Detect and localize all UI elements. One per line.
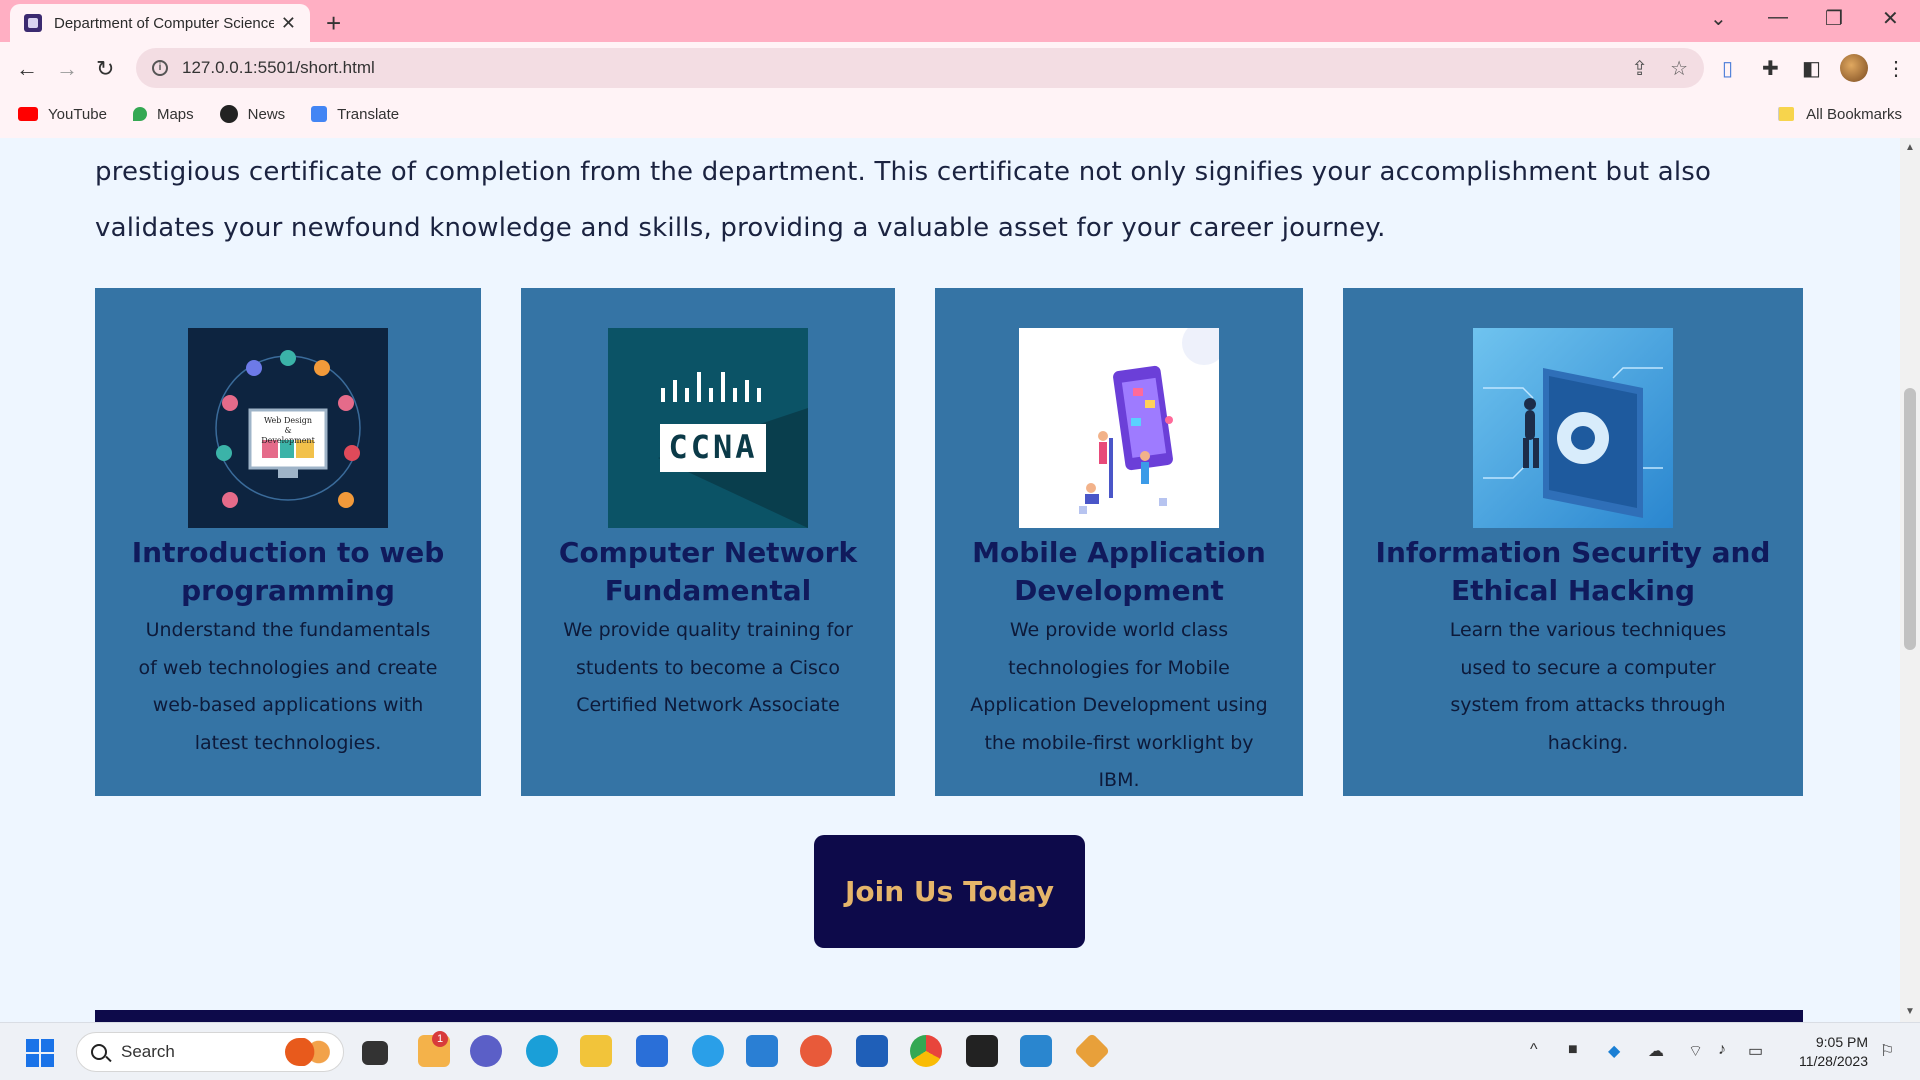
ccna-image: CCNA <box>608 328 808 528</box>
join-us-button[interactable]: Join Us Today <box>814 835 1085 948</box>
bookmark-news[interactable]: News <box>219 105 286 123</box>
tab-title: Department of Computer Science <box>54 14 274 32</box>
close-tab-icon[interactable]: ✕ <box>281 13 296 34</box>
clock-time: 9:05 PM <box>1815 1034 1868 1050</box>
page-content: prestigious certificate of completion fr… <box>0 138 1900 1022</box>
vscode-icon[interactable] <box>746 1035 778 1067</box>
course-card-ccna: CCNA Computer Network Fundamental We pro… <box>521 288 895 796</box>
back-icon[interactable]: ← <box>16 56 38 82</box>
course-description: Understand the fundamentals of web techn… <box>138 619 438 754</box>
browser-toolbar: ← → ↻ i 127.0.0.1:5501/short.html ⇪ ☆ ▯ … <box>0 42 1920 138</box>
reload-icon[interactable]: ↻ <box>96 56 114 82</box>
tab-strip: Department of Computer Science ✕ + ⌄ — ❐… <box>0 0 1920 42</box>
scroll-thumb[interactable] <box>1904 388 1916 650</box>
profile-avatar[interactable] <box>1840 54 1868 82</box>
search-highlight-icon <box>285 1038 333 1066</box>
bookmark-maps[interactable]: Maps <box>132 105 194 123</box>
page-scrollbar[interactable]: ▲ ▼ <box>1900 138 1920 1022</box>
volume-icon[interactable]: ♪ <box>1718 1041 1726 1059</box>
course-description: We provide quality training for students… <box>563 619 853 716</box>
youtube-icon <box>18 107 38 121</box>
app-icon[interactable] <box>800 1035 832 1067</box>
browser-tab[interactable]: Department of Computer Science ✕ <box>10 4 310 42</box>
windows-taskbar: Search 1 ^ ■ ◆ ☁ ⌔ ♪ ▭ 9:05 PM 11/28/202… <box>0 1022 1920 1080</box>
task-view-icon[interactable] <box>362 1041 388 1065</box>
close-window-button[interactable]: ✕ <box>1882 6 1899 31</box>
bookmark-label: Translate <box>337 105 400 123</box>
show-hidden-icons[interactable]: ^ <box>1530 1041 1538 1059</box>
course-title: Computer Network Fundamental <box>558 536 858 607</box>
microsoft-store-icon[interactable] <box>636 1035 668 1067</box>
remote-desktop-icon[interactable] <box>856 1035 888 1067</box>
teams-icon[interactable] <box>470 1035 502 1067</box>
site-favicon-icon <box>24 14 42 32</box>
restore-button[interactable]: ❐ <box>1825 6 1843 31</box>
menu-kebab-icon[interactable]: ⋮ <box>1886 56 1906 81</box>
bookmarks-bar: YouTube Maps News Translate All Bookmark… <box>0 94 1920 134</box>
web-design-image: Web Design & Development <box>188 328 388 528</box>
battery-icon[interactable]: ▭ <box>1748 1041 1763 1061</box>
course-card-web: Web Design & Development Introduction to… <box>95 288 481 796</box>
taskbar-search[interactable]: Search <box>76 1032 344 1072</box>
address-bar[interactable]: i 127.0.0.1:5501/short.html ⇪ ☆ <box>136 48 1704 88</box>
bookmark-label: News <box>247 105 286 123</box>
bookmark-label: Maps <box>156 105 194 123</box>
ccna-image-label: CCNA <box>668 428 758 466</box>
translate-icon <box>311 106 328 122</box>
skype-icon[interactable] <box>692 1035 724 1067</box>
cloud-icon[interactable]: ☁ <box>1648 1041 1664 1061</box>
share-icon[interactable]: ⇪ <box>1631 56 1648 81</box>
minimize-button[interactable]: — <box>1768 6 1788 29</box>
mobile-development-illustration-icon <box>1079 328 1219 514</box>
all-bookmarks-label: All Bookmarks <box>1806 105 1902 123</box>
windows-start-icon[interactable] <box>26 1039 54 1067</box>
new-tab-button[interactable]: + <box>326 8 341 39</box>
news-icon <box>219 105 238 123</box>
chrome-icon[interactable] <box>910 1035 942 1067</box>
course-card-security: Information Security and Ethical Hacking… <box>1343 288 1803 796</box>
site-info-icon[interactable]: i <box>152 60 168 76</box>
bookmark-youtube[interactable]: YouTube <box>18 106 107 123</box>
scroll-down-icon[interactable]: ▼ <box>1905 1006 1915 1017</box>
sticky-notes-icon[interactable] <box>966 1035 998 1067</box>
side-panel-icon[interactable]: ◧ <box>1802 56 1821 81</box>
notepad-icon[interactable] <box>1020 1035 1052 1067</box>
extensions-puzzle-icon[interactable]: ✚ <box>1762 56 1779 81</box>
bookmark-label: YouTube <box>48 105 107 123</box>
mobile-development-image <box>1019 328 1219 528</box>
course-description: We provide world class technologies for … <box>970 619 1268 791</box>
file-explorer-icon[interactable] <box>580 1035 612 1067</box>
wifi-icon[interactable]: ⌔ <box>1688 1041 1703 1061</box>
search-placeholder: Search <box>121 1042 175 1061</box>
security-tray-icon[interactable]: ◆ <box>1608 1041 1620 1061</box>
maps-icon <box>132 107 147 121</box>
security-image <box>1473 328 1673 528</box>
bookmark-translate[interactable]: Translate <box>311 106 399 123</box>
course-description: Learn the various techniques used to sec… <box>1449 619 1727 754</box>
footer-strip <box>95 1010 1803 1022</box>
folder-icon <box>1778 107 1795 121</box>
notifications-icon[interactable]: ⚐ <box>1880 1041 1894 1061</box>
course-title: Information Security and Ethical Hacking <box>1375 536 1771 607</box>
app-tray-icon[interactable]: ■ <box>1568 1041 1578 1059</box>
all-bookmarks[interactable]: All Bookmarks <box>1778 106 1902 123</box>
web-design-image-label: Web Design & Development <box>261 416 315 445</box>
course-title: Mobile Application Development <box>972 536 1266 607</box>
app-launcher-icon[interactable] <box>1073 1032 1111 1070</box>
bookmark-star-icon[interactable]: ☆ <box>1670 56 1688 81</box>
edge-icon[interactable] <box>526 1035 558 1067</box>
extension-icon[interactable]: ▯ <box>1722 56 1733 81</box>
search-icon <box>91 1044 107 1060</box>
tab-search-icon[interactable]: ⌄ <box>1710 6 1727 31</box>
url-text[interactable]: 127.0.0.1:5501/short.html <box>182 58 375 78</box>
system-clock[interactable]: 9:05 PM 11/28/2023 <box>1780 1033 1868 1071</box>
scroll-up-icon[interactable]: ▲ <box>1905 142 1915 153</box>
security-lock-illustration-icon <box>1483 367 1663 518</box>
course-card-mobile: Mobile Application Development We provid… <box>935 288 1303 796</box>
intro-paragraph: prestigious certificate of completion fr… <box>95 157 1712 243</box>
forward-icon[interactable]: → <box>56 56 78 82</box>
course-title: Introduction to web programming <box>131 536 445 607</box>
clock-date: 11/28/2023 <box>1798 1053 1868 1069</box>
notification-badge: 1 <box>432 1031 448 1047</box>
